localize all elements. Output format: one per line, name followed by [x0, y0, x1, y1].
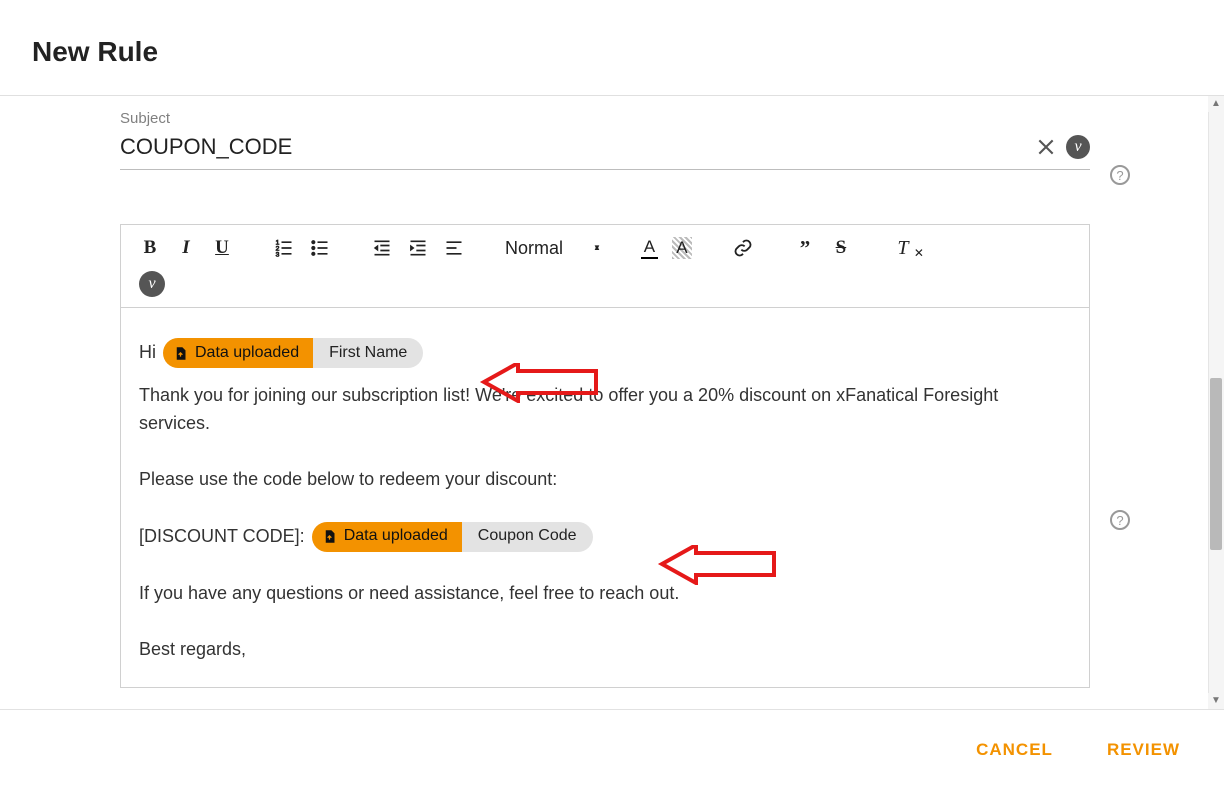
line-discount: [DISCOUNT CODE]: Data uploaded Coupon Co… — [139, 522, 1071, 552]
unordered-list-button[interactable] — [309, 237, 331, 259]
indent-icon — [408, 238, 428, 258]
chip-right-coupon-code: Coupon Code — [462, 522, 593, 552]
italic-button[interactable]: I — [175, 237, 197, 259]
scrollbar-up-button[interactable]: ▲ — [1208, 96, 1224, 112]
toolbar-group-color: A A — [641, 237, 692, 259]
toolbar-group-list: 123 — [273, 237, 331, 259]
underline-button[interactable]: U — [211, 237, 233, 259]
format-dropdown[interactable]: Normal ▲▼ — [505, 238, 601, 259]
svg-text:3: 3 — [276, 251, 280, 258]
chip-data-uploaded-left: Data uploaded — [312, 522, 462, 552]
clear-format-button[interactable]: T✕ — [892, 237, 914, 259]
text-color-button[interactable]: A — [641, 237, 658, 259]
line-thankyou: Thank you for joining our subscription l… — [139, 382, 1071, 438]
editor-box: B I U 123 — [120, 224, 1090, 688]
ordered-list-button[interactable]: 123 — [273, 237, 295, 259]
indent-button[interactable] — [407, 237, 429, 259]
toolbar-group-text: B I U — [139, 237, 233, 259]
line-questions: If you have any questions or need assist… — [139, 580, 1071, 608]
cancel-button[interactable]: CANCEL — [962, 730, 1067, 770]
toolbar-group-format: Normal ▲▼ — [505, 238, 601, 259]
line-best-regards: Best regards, — [139, 636, 1071, 664]
chip-coupon-code[interactable]: Data uploaded Coupon Code — [312, 522, 593, 552]
strikethrough-button[interactable]: S — [830, 237, 852, 259]
align-icon — [444, 238, 464, 258]
new-rule-modal: New Rule Subject COUPON_CODE v ? — [0, 0, 1224, 789]
outdent-button[interactable] — [371, 237, 393, 259]
background-color-button[interactable]: A — [672, 237, 692, 259]
close-icon — [1036, 137, 1056, 157]
help-button-subject[interactable]: ? — [1110, 165, 1130, 185]
line-please-use: Please use the code below to redeem your… — [139, 466, 1071, 494]
chip-right-first-name: First Name — [313, 338, 423, 368]
text-discount-label: [DISCOUNT CODE]: — [139, 525, 310, 545]
subject-label: Subject — [120, 110, 1090, 127]
spacer — [139, 622, 1071, 636]
variable-insert-button[interactable]: v — [1066, 135, 1090, 159]
unordered-list-icon — [310, 238, 330, 258]
subject-input[interactable]: COUPON_CODE — [120, 134, 1032, 160]
toolbar-group-clear: T✕ — [892, 237, 914, 259]
help-icon: ? — [1116, 168, 1123, 183]
content-inner: Subject COUPON_CODE v ? B I — [120, 110, 1090, 688]
subject-clear-button[interactable] — [1032, 133, 1060, 161]
chip-data-uploaded-left: Data uploaded — [163, 338, 313, 368]
subject-row: COUPON_CODE v — [120, 133, 1090, 170]
editor-variable-insert-button[interactable]: v — [139, 271, 165, 297]
line-hi: Hi Data uploaded First Name — [139, 338, 1071, 368]
ordered-list-icon: 123 — [274, 238, 294, 258]
editor-content[interactable]: Hi Data uploaded First Name Thank you fo… — [121, 308, 1089, 687]
scrollbar-down-button[interactable]: ▼ — [1208, 693, 1224, 709]
toolbar-group-misc: ” S — [794, 237, 852, 259]
modal-footer: CANCEL REVIEW — [0, 709, 1224, 789]
align-button[interactable] — [443, 237, 465, 259]
help-icon: ? — [1116, 513, 1123, 528]
link-icon — [733, 238, 753, 258]
v-badge-text: v — [148, 275, 155, 293]
v-badge-text: v — [1074, 138, 1081, 156]
chip-first-name[interactable]: Data uploaded First Name — [163, 338, 423, 368]
help-button-editor[interactable]: ? — [1110, 510, 1130, 530]
editor-toolbar: B I U 123 — [121, 225, 1089, 308]
scrollbar-thumb[interactable] — [1210, 378, 1222, 550]
bold-button[interactable]: B — [139, 237, 161, 259]
toolbar-group-indent — [371, 237, 465, 259]
review-button[interactable]: REVIEW — [1093, 730, 1194, 770]
spacer — [139, 452, 1071, 466]
outdent-icon — [372, 238, 392, 258]
spacer — [139, 508, 1071, 522]
toolbar-group-insert — [732, 237, 754, 259]
modal-title: New Rule — [32, 36, 158, 68]
link-button[interactable] — [732, 237, 754, 259]
blockquote-button[interactable]: ” — [794, 237, 816, 259]
spacer — [139, 566, 1071, 580]
format-label: Normal — [505, 238, 563, 259]
chip-left-label: Data uploaded — [195, 341, 299, 366]
text-hi: Hi — [139, 342, 161, 362]
modal-body: Subject COUPON_CODE v ? B I — [0, 96, 1224, 709]
toolbar-row-2: v — [139, 271, 1071, 297]
modal-header: New Rule — [0, 0, 1224, 96]
file-upload-icon — [322, 529, 337, 544]
file-upload-icon — [173, 346, 188, 361]
chip-left-label: Data uploaded — [344, 524, 448, 549]
